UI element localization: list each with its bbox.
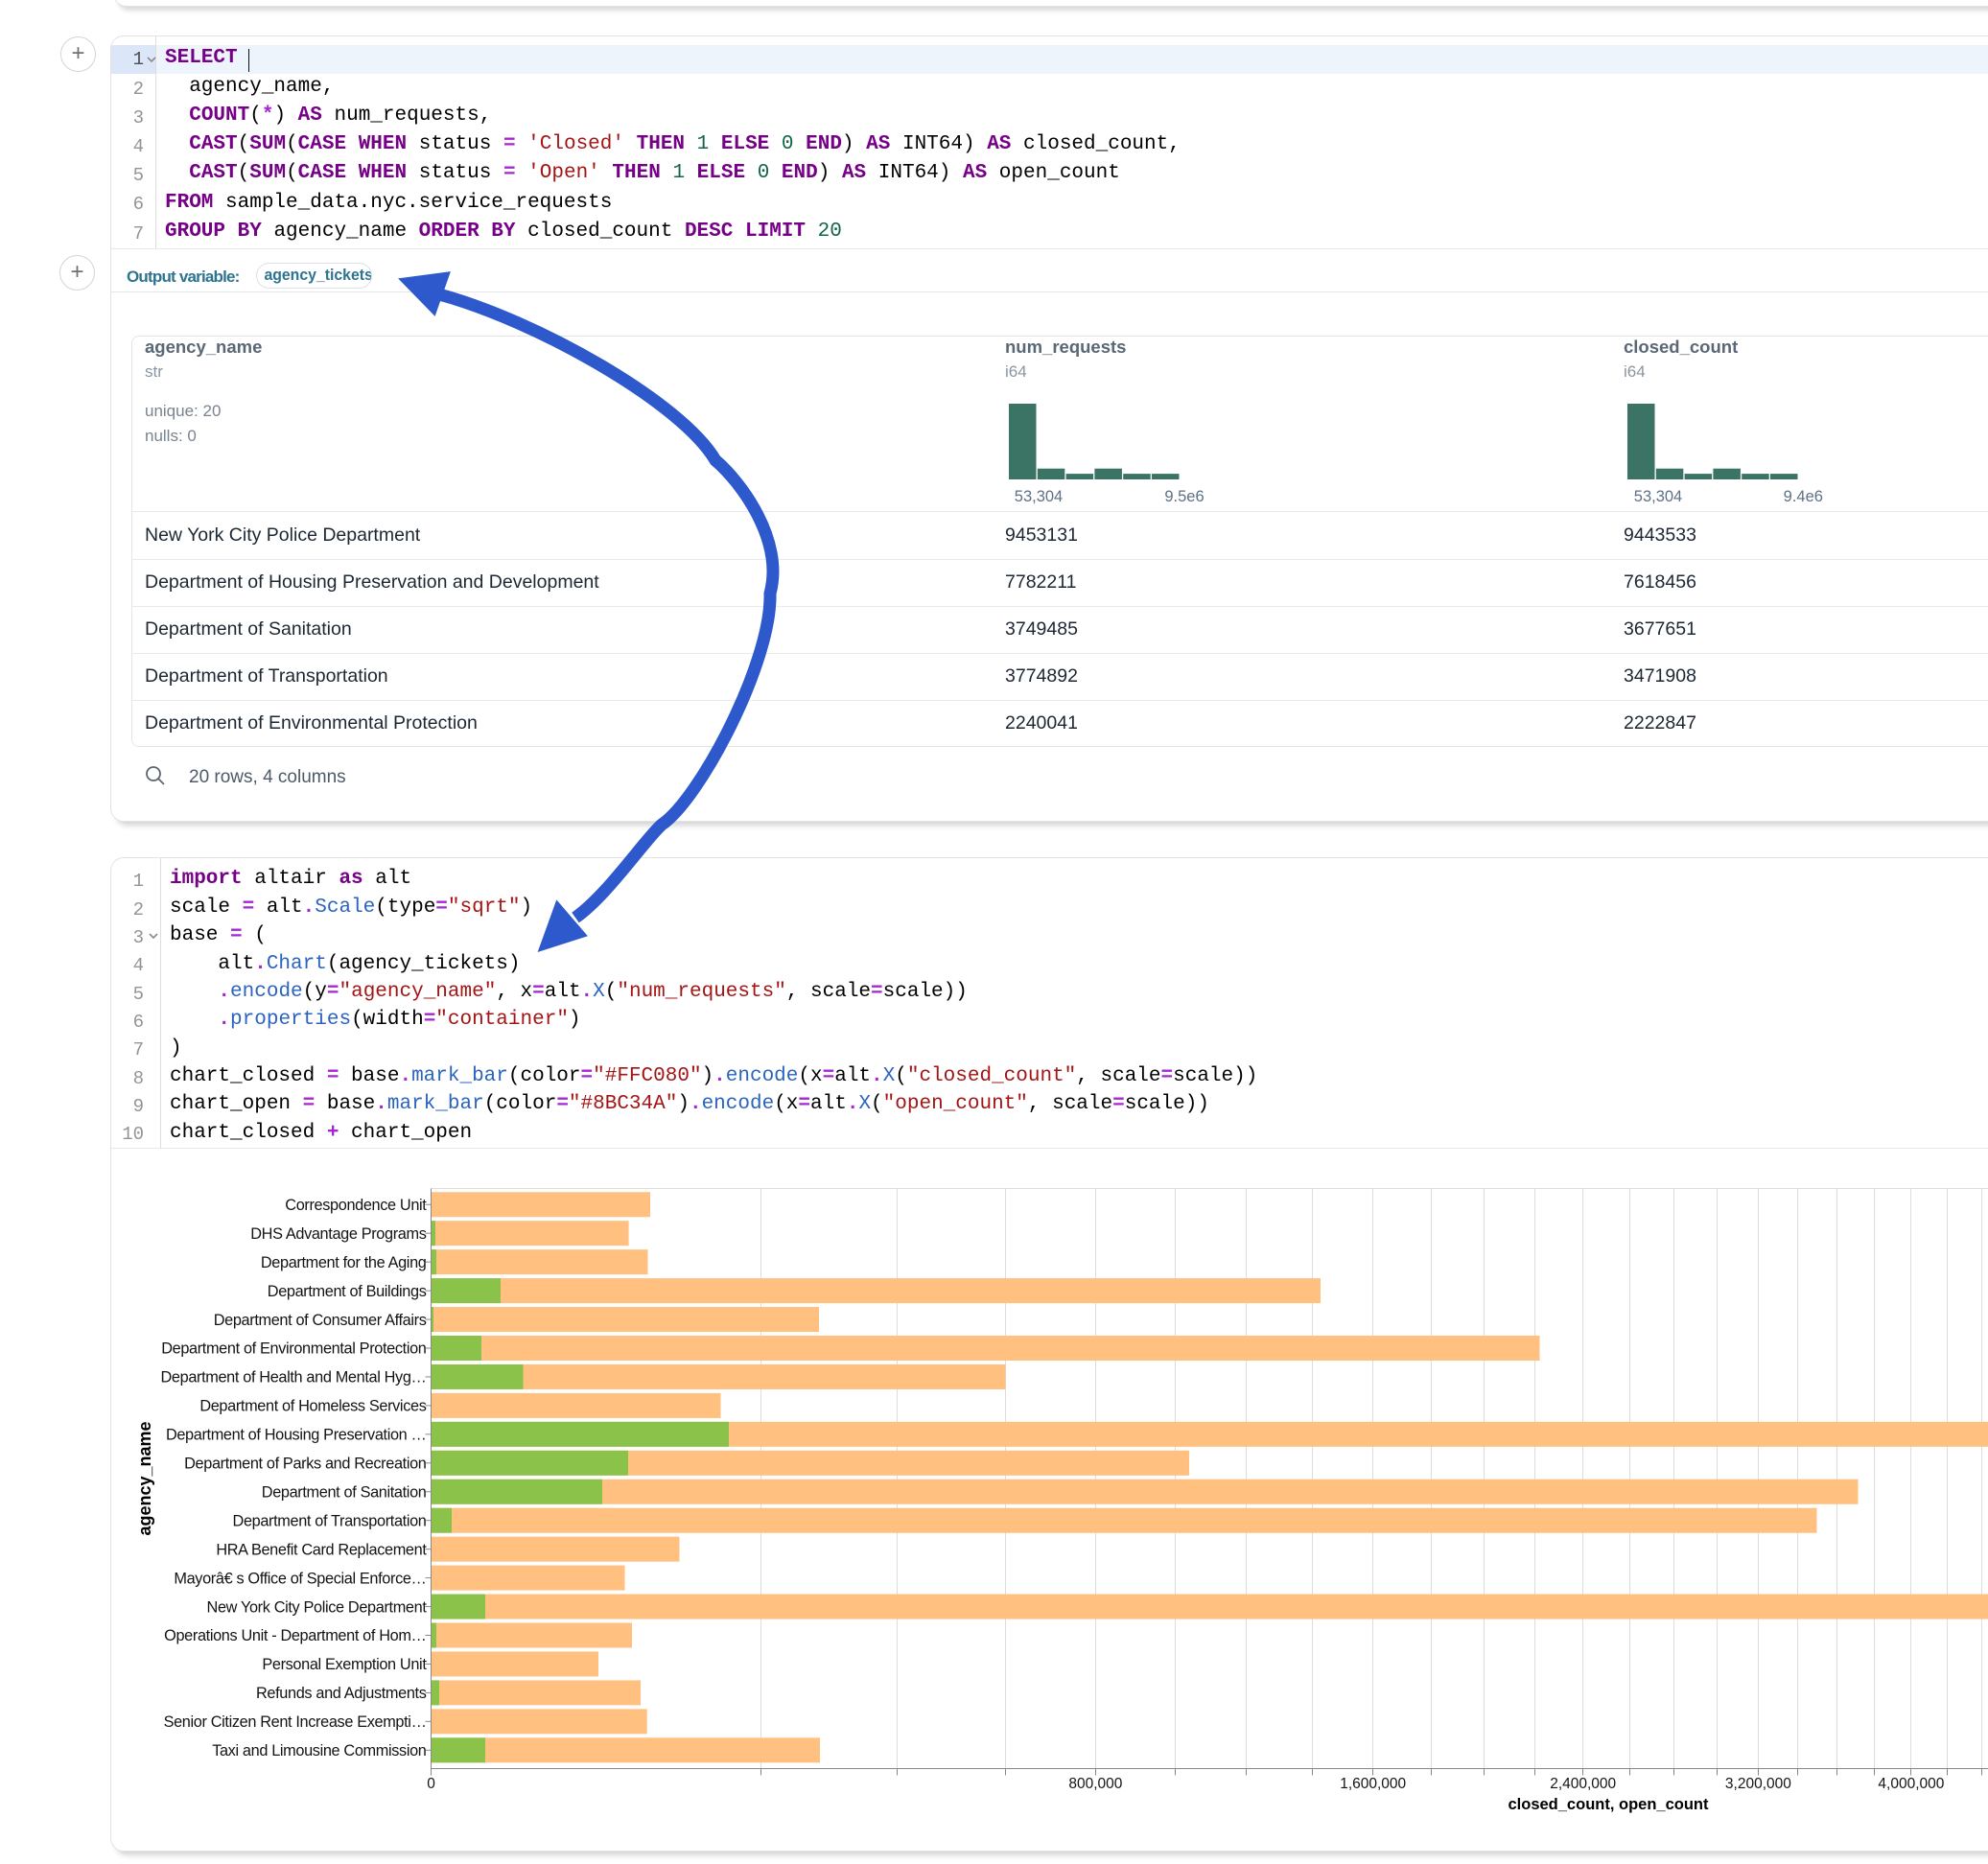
- svg-text:4,000,000: 4,000,000: [1878, 1776, 1944, 1792]
- svg-text:3,200,000: 3,200,000: [1725, 1776, 1791, 1792]
- svg-text:Department of Parks and Recrea: Department of Parks and Recreation: [184, 1456, 426, 1473]
- svg-text:Department of Buildings: Department of Buildings: [268, 1283, 427, 1300]
- svg-text:Department of Homeless Service: Department of Homeless Services: [199, 1398, 426, 1415]
- svg-text:HRA Benefit Card Replacement: HRA Benefit Card Replacement: [216, 1541, 427, 1558]
- svg-text:closed_count, open_count: closed_count, open_count: [1508, 1796, 1709, 1813]
- svg-text:Mayorâ€ s Office of Special En: Mayorâ€ s Office of Special Enforce…: [174, 1570, 426, 1587]
- svg-text:Department of Environmental Pr: Department of Environmental Protection: [161, 1340, 426, 1358]
- svg-text:Personal Exemption Unit: Personal Exemption Unit: [262, 1656, 427, 1673]
- svg-text:Department of Transportation: Department of Transportation: [233, 1512, 427, 1529]
- svg-text:Department of Health and Menta: Department of Health and Mental Hyg…: [161, 1369, 427, 1386]
- svg-text:2,400,000: 2,400,000: [1550, 1776, 1616, 1792]
- svg-text:Taxi and Limousine Commission: Taxi and Limousine Commission: [212, 1742, 426, 1759]
- svg-text:Operations Unit - Department o: Operations Unit - Department of Hom…: [164, 1627, 426, 1644]
- svg-text:Department for the Aging: Department for the Aging: [261, 1254, 427, 1271]
- svg-text:0: 0: [427, 1776, 435, 1792]
- svg-text:Department of Sanitation: Department of Sanitation: [262, 1483, 427, 1501]
- svg-text:1,600,000: 1,600,000: [1340, 1776, 1406, 1792]
- svg-text:New York City Police Departmen: New York City Police Department: [207, 1598, 428, 1616]
- svg-text:Department of Housing Preserva: Department of Housing Preservation …: [166, 1427, 427, 1444]
- svg-text:Department of Consumer Affairs: Department of Consumer Affairs: [214, 1312, 427, 1329]
- svg-text:Senior Citizen Rent Increase E: Senior Citizen Rent Increase Exempti…: [164, 1713, 427, 1731]
- svg-text:agency_name: agency_name: [135, 1421, 154, 1535]
- svg-text:800,000: 800,000: [1068, 1776, 1122, 1792]
- svg-text:DHS Advantage Programs: DHS Advantage Programs: [250, 1225, 426, 1243]
- svg-text:Refunds and Adjustments: Refunds and Adjustments: [256, 1685, 427, 1702]
- svg-text:Correspondence Unit: Correspondence Unit: [285, 1197, 427, 1214]
